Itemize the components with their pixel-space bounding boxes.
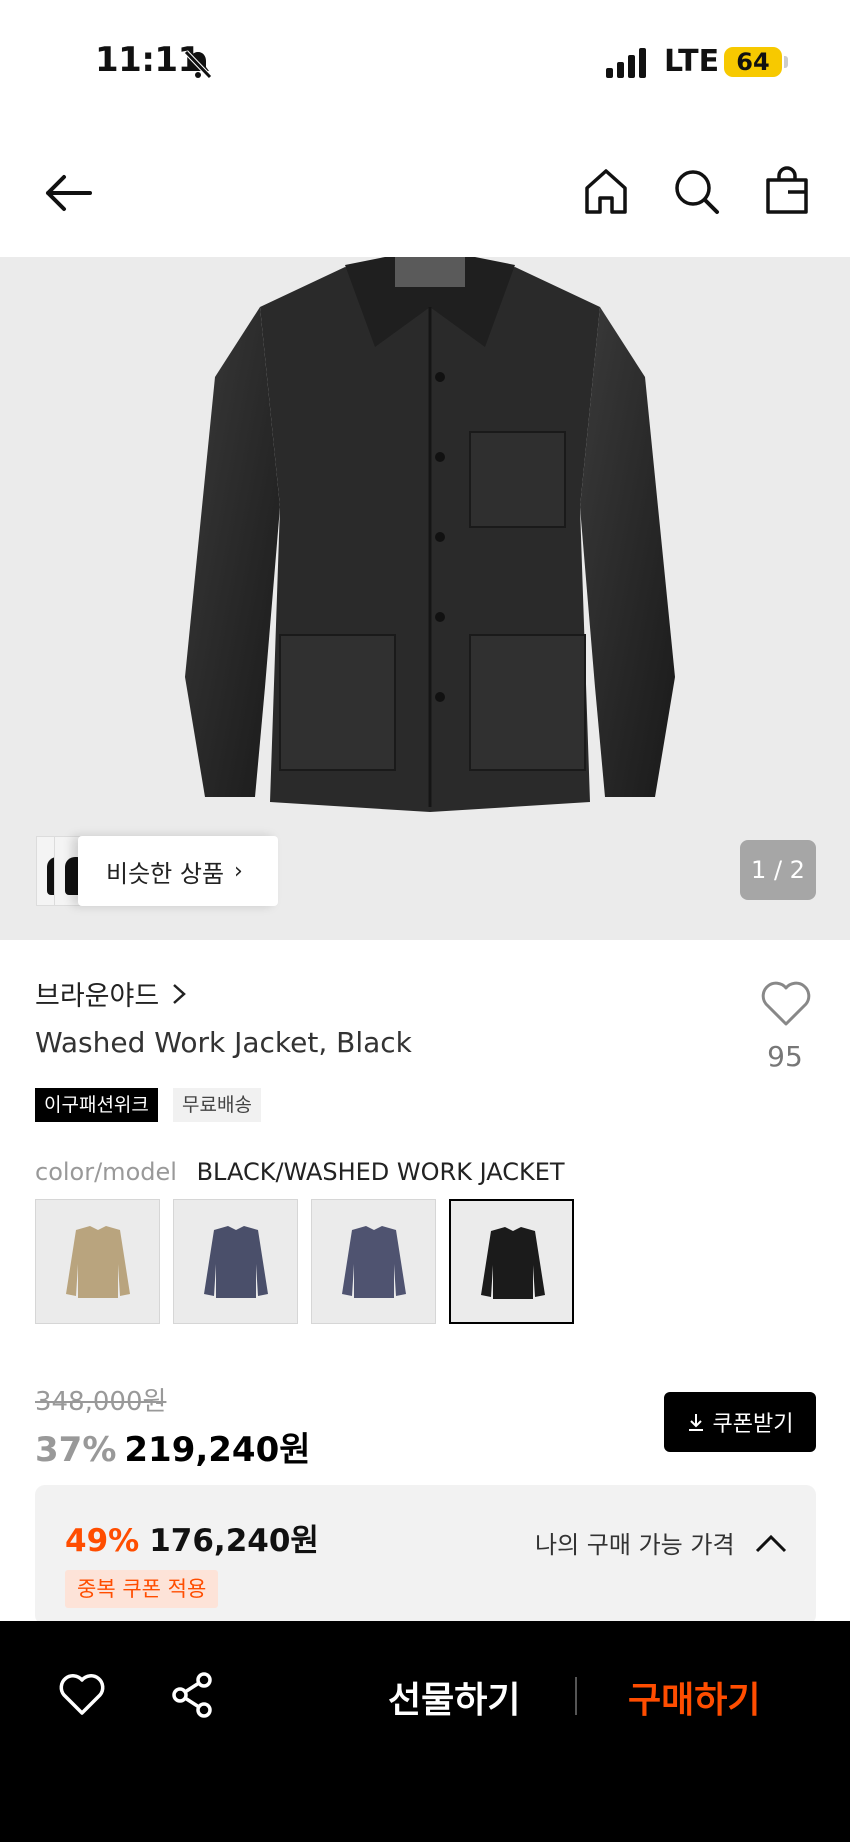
- swatch-black-selected[interactable]: [449, 1199, 574, 1324]
- best-discount-rate: 49%: [65, 1523, 140, 1559]
- network-label: LTE: [664, 44, 720, 79]
- buy-button[interactable]: 구매하기: [628, 1671, 760, 1723]
- share-icon[interactable]: [170, 1671, 214, 1719]
- sale-price: 219,240원: [124, 1430, 311, 1470]
- swatch-indigo[interactable]: [311, 1199, 436, 1324]
- heart-icon[interactable]: [58, 1673, 106, 1717]
- download-icon: [688, 1414, 703, 1431]
- discount-rate: 37%: [35, 1430, 117, 1470]
- event-tag: 이구패션위크: [35, 1088, 158, 1122]
- product-image-gallery[interactable]: 비슷한 상품 › 1 / 2: [0, 257, 850, 940]
- best-price-row: 49% 176,240원: [65, 1515, 319, 1560]
- bottom-action-bar: 선물하기 구매하기: [0, 1621, 850, 1842]
- my-price-toggle[interactable]: 나의 구매 가능 가격: [535, 1525, 787, 1560]
- like-count: 95: [767, 1040, 803, 1073]
- free-shipping-tag: 무료배송: [173, 1088, 261, 1122]
- chevron-right-icon: [173, 983, 187, 1004]
- chevron-up-icon: [755, 1534, 786, 1552]
- heart-icon[interactable]: [760, 980, 812, 1028]
- home-icon[interactable]: [582, 166, 630, 216]
- image-page-indicator: 1 / 2: [740, 840, 816, 900]
- best-price-panel[interactable]: 49% 176,240원 중복 쿠폰 적용 나의 구매 가능 가격: [35, 1485, 816, 1625]
- best-price: 176,240원: [149, 1523, 319, 1559]
- coupon-button-label: 쿠폰받기: [712, 1412, 794, 1437]
- signal-icon: [606, 48, 646, 78]
- similar-products-label: 비슷한 상품: [106, 859, 225, 888]
- bell-mute-icon: [184, 50, 212, 79]
- status-bar: 11:11 LTE 64: [0, 0, 850, 128]
- my-price-label: 나의 구매 가능 가격: [535, 1531, 735, 1559]
- swatch-navy[interactable]: [173, 1199, 298, 1324]
- similar-products-button[interactable]: 비슷한 상품 ›: [36, 836, 279, 906]
- swatch-beige[interactable]: [35, 1199, 160, 1324]
- color-option-row: color/model BLACK/WASHED WORK JACKET: [35, 1158, 565, 1186]
- battery-cap: [784, 56, 788, 68]
- coupon-download-button[interactable]: 쿠폰받기: [664, 1392, 816, 1452]
- back-arrow-icon[interactable]: [40, 168, 94, 218]
- search-icon[interactable]: [672, 166, 720, 216]
- color-swatches: [35, 1199, 595, 1324]
- chevron-right-icon: ›: [234, 858, 243, 884]
- top-nav: [0, 150, 850, 234]
- shopping-bag-icon[interactable]: [764, 166, 810, 216]
- gift-button[interactable]: 선물하기: [388, 1671, 520, 1723]
- brand-name: 브라운야드: [35, 981, 160, 1012]
- original-price: 348,000원: [35, 1387, 167, 1417]
- similar-products-pill: 비슷한 상품 ›: [78, 836, 278, 906]
- coupon-applied-badge: 중복 쿠폰 적용: [65, 1570, 219, 1608]
- product-title: Washed Work Jacket, Black: [35, 1026, 412, 1059]
- divider: [575, 1677, 577, 1715]
- battery-indicator: 64: [724, 47, 782, 77]
- sale-price-row: 37% 219,240원: [35, 1422, 311, 1471]
- product-jacket-image: [185, 257, 675, 812]
- color-label: color/model: [35, 1158, 177, 1186]
- color-value: BLACK/WASHED WORK JACKET: [196, 1158, 565, 1186]
- brand-link[interactable]: 브라운야드: [35, 974, 187, 1013]
